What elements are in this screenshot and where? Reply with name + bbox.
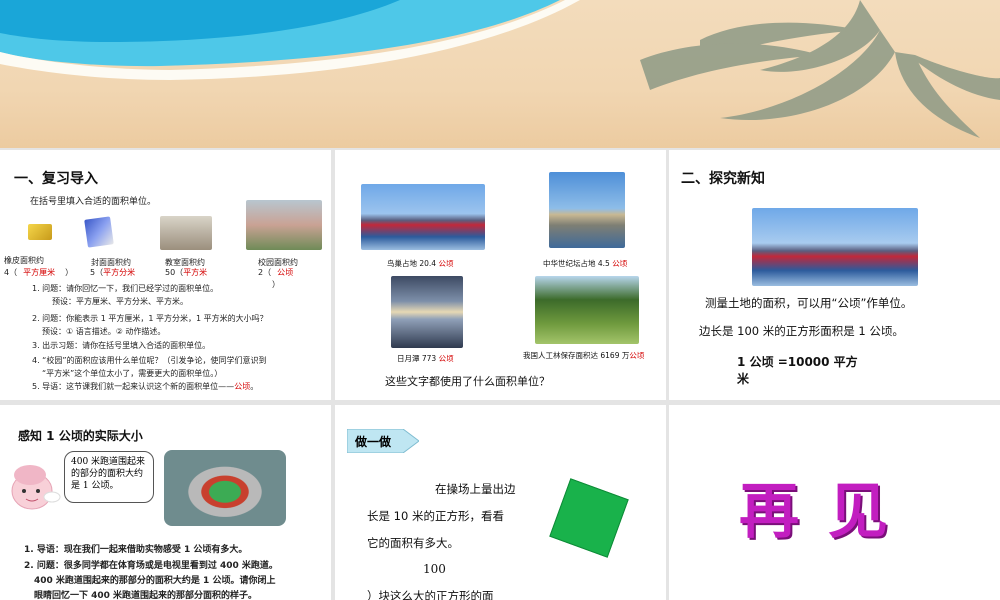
practice-tag-label: 做一做 xyxy=(355,435,392,449)
answer-eraser: 平方厘米 xyxy=(23,268,56,277)
caption-century-altar: 中华世纪坛占地 4.5 公顷 xyxy=(543,259,628,268)
item-value-cover: 5（平方分米 xyxy=(90,268,136,277)
question-text: 这些文字都使用了什么面积单位？ xyxy=(385,375,550,388)
slide-explore[interactable]: 二、探究新知 测量土地的面积，可以用“公顷”作单位。 边长是 100 米的正方形… xyxy=(669,150,1000,400)
note-4: 4. “校园”的面积应该用什么单位呢？（引发争论，使同学们意识到 xyxy=(32,356,267,365)
item-close-campus: ） xyxy=(272,280,280,289)
answer-classroom: 平方米 xyxy=(183,268,208,277)
practice-line-1: 在操场上量出边 xyxy=(435,482,516,496)
beach-banner xyxy=(0,0,1000,148)
instruction-text: 在括号里填入合适的面积单位。 xyxy=(30,197,157,207)
cartoon-angel-image xyxy=(8,455,62,515)
slide-goodbye[interactable]: 再 见 xyxy=(669,405,1000,600)
birds-nest-photo xyxy=(361,184,485,250)
goodbye-text: 再 见 xyxy=(739,477,892,547)
slide-review[interactable]: 一、复习导入 在括号里填入合适的面积单位。 橡皮面积约 4（ 平方厘米） 封面面积… xyxy=(0,150,331,400)
classroom-image xyxy=(160,216,212,250)
practice-line-4: ）块这么大的正方形的面 xyxy=(367,589,494,600)
grid-divider-horizontal xyxy=(0,400,1000,405)
slide-practice[interactable]: 做一做 在操场上量出边 长是 10 米的正方形，看看 它的面积有多大。 100 … xyxy=(335,405,666,600)
practice-line-3: 它的面积有多大。 xyxy=(367,536,459,550)
item-label-eraser: 橡皮面积约 xyxy=(4,256,44,265)
eraser-image xyxy=(28,224,52,240)
note-1: 1. 问题：请你回忆一下，我们已经学过的面积单位。 xyxy=(32,284,219,293)
forest-photo xyxy=(535,276,639,344)
note-2-cont2: 眼睛回忆一下 400 米跑道围起来的那部分面积的样子。 xyxy=(34,591,258,600)
sun-moon-lake-photo xyxy=(391,276,463,348)
note-1-answer: 预设：平方厘米、平方分米、平方米。 xyxy=(52,297,188,306)
speech-bubble: 400 米跑道围起来的部分的面积大约是 1 公顷。 xyxy=(64,451,154,503)
line-unit: 测量土地的面积，可以用“公顷”作单位。 xyxy=(705,296,913,310)
bubble-text: 400 米跑道围起来的部分的面积大约是 1 公顷。 xyxy=(71,457,146,491)
answer-cover: 平方分米 xyxy=(103,268,136,277)
grid-divider-horizontal xyxy=(0,148,1000,150)
caption-forest: 我国人工林保存面积达 6169 万公顷 xyxy=(523,351,645,360)
birds-nest-photo xyxy=(752,208,918,286)
note-1: 1. 导语：现在我们一起来借助实物感受 1 公顷有多大。 xyxy=(24,545,248,555)
note-2: 2. 问题：你能表示 1 平方厘米，1 平方分米，1 平方米的大小吗？ xyxy=(32,314,268,323)
note-2: 2. 问题：很多同学都在体育场或是电视里看到过 400 米跑道。 xyxy=(24,561,278,571)
century-altar-photo xyxy=(549,172,625,248)
stadium-photo xyxy=(164,450,286,526)
note-4-cont: “平方米”这个单位太小了，需要更大的面积单位。） xyxy=(42,369,223,378)
campus-image xyxy=(246,200,322,250)
grid-divider-vertical xyxy=(666,150,669,600)
note-2-cont: 400 米跑道围起来的那部分的面积大约是 1 公顷。请你闭上 xyxy=(34,576,276,586)
answer-campus: 公顷 xyxy=(277,268,294,277)
slide-perceive[interactable]: 感知 1 公顷的实际大小 400 米跑道围起来的部分的面积大约是 1 公顷。 1… xyxy=(0,405,331,600)
caption-birds-nest: 鸟巢占地 20.4 公顷 xyxy=(387,259,454,268)
formula-line: 1 公顷 =10000 平方 xyxy=(737,355,858,369)
slide-title: 感知 1 公顷的实际大小 xyxy=(18,429,143,443)
practice-tag: 做一做 xyxy=(347,429,419,453)
grid-divider-vertical xyxy=(331,150,335,600)
slide-title: 一、复习导入 xyxy=(14,171,98,187)
beach-background-image xyxy=(0,0,1000,138)
note-3: 3. 出示习题：请你在括号里填入合适的面积单位。 xyxy=(32,341,211,350)
slide-title: 二、探究新知 xyxy=(681,171,765,187)
green-square-shape xyxy=(549,478,629,558)
caption-sun-moon-lake: 日月潭 773 公顷 xyxy=(397,354,454,363)
formula-line-cont: 米 xyxy=(737,372,750,386)
item-value-classroom: 50（平方米 xyxy=(165,268,208,277)
note-2-answer: 预设：① 语言描述。② 动作描述。 xyxy=(42,327,166,336)
slide-landmarks[interactable]: 鸟巢占地 20.4 公顷 中华世纪坛占地 4.5 公顷 日月潭 773 公顷 我… xyxy=(335,150,666,400)
book-cover-image xyxy=(84,216,114,248)
note-5: 5. 导语：这节课我们就一起来认识这个新的面积单位——公顷。 xyxy=(32,382,259,391)
practice-line-2: 长是 10 米的正方形，看看 xyxy=(367,509,504,523)
handwritten-number: 100 xyxy=(423,562,446,576)
item-value-eraser: 4（ 平方厘米） xyxy=(4,268,74,277)
line-definition: 边长是 100 米的正方形面积是 1 公顷。 xyxy=(699,324,904,338)
item-value-campus: 2（ 公顷 xyxy=(258,268,294,277)
